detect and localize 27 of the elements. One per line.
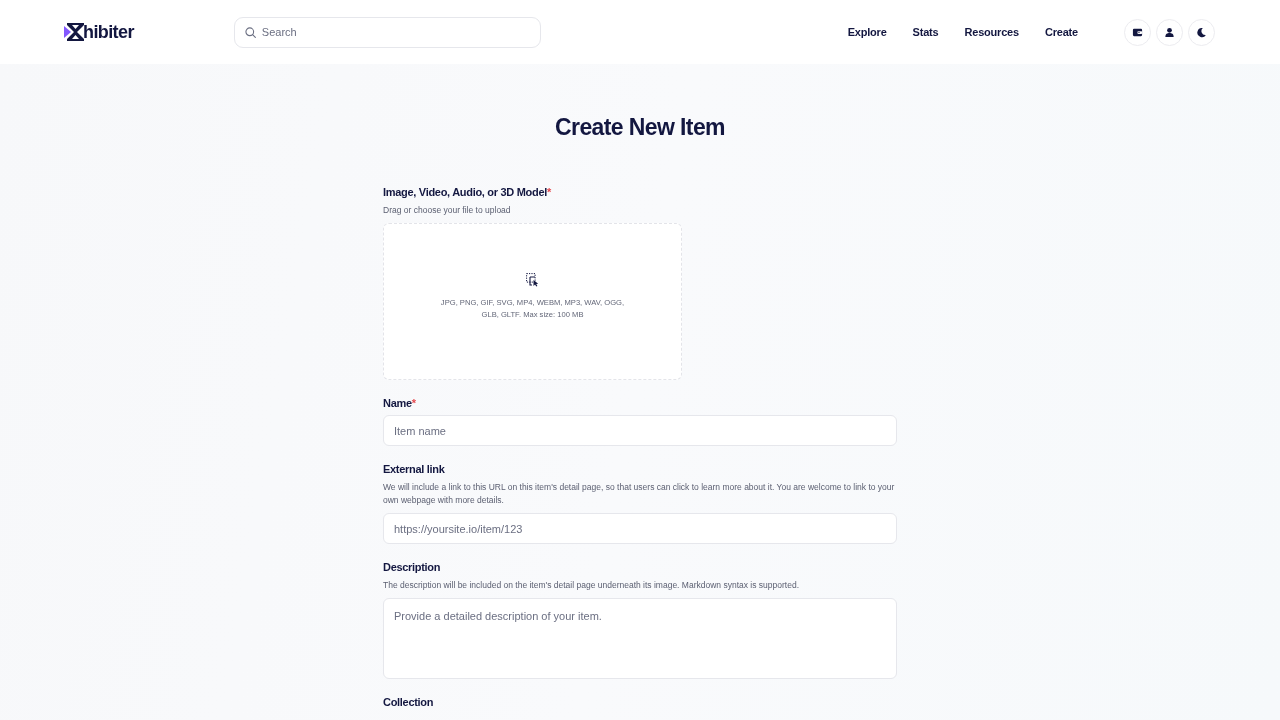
help-text: We will include a link to this URL on this item's detail page, so that users can click to learn more about it. You are welcome to link to your own webpage with more details.: [383, 481, 896, 507]
moon-icon: [1196, 26, 1207, 38]
text-input[interactable]: Item name: [383, 415, 897, 446]
nav-link[interactable]: Resources: [964, 23, 1019, 41]
search-icon: [244, 26, 256, 38]
field-label: External link: [383, 462, 446, 476]
theme-toggle-button[interactable]: [1188, 18, 1215, 46]
field-label: Name*: [383, 396, 417, 410]
nav-link[interactable]: Explore: [847, 23, 887, 41]
text-input[interactable]: https://yoursite.io/item/123: [383, 513, 897, 544]
nav-link[interactable]: Create: [1044, 23, 1078, 41]
logo[interactable]: hibiter: [64, 23, 134, 41]
user-icon: [1164, 26, 1175, 38]
help-text: Drag or choose your file to upload: [383, 204, 512, 217]
field-label: Image, Video, Audio, or 3D Model*: [383, 185, 552, 199]
help-text: The description will be included on the item's detail page underneath its image. Markdown syntax is supported.: [383, 579, 800, 592]
wallet-icon: [1132, 26, 1143, 38]
select-cursor-icon: [525, 272, 540, 287]
field-label: Description: [383, 560, 442, 574]
search-field[interactable]: Search: [233, 16, 541, 48]
wallet-button[interactable]: [1124, 18, 1151, 46]
profile-button[interactable]: [1156, 18, 1183, 46]
field-label: Collection: [383, 695, 435, 709]
page-title: Create New Item: [554, 113, 726, 142]
nav-link[interactable]: Stats: [912, 23, 939, 41]
textarea-input[interactable]: Provide a detailed description of your item.: [383, 598, 897, 679]
logo-mark-icon: [64, 23, 84, 41]
